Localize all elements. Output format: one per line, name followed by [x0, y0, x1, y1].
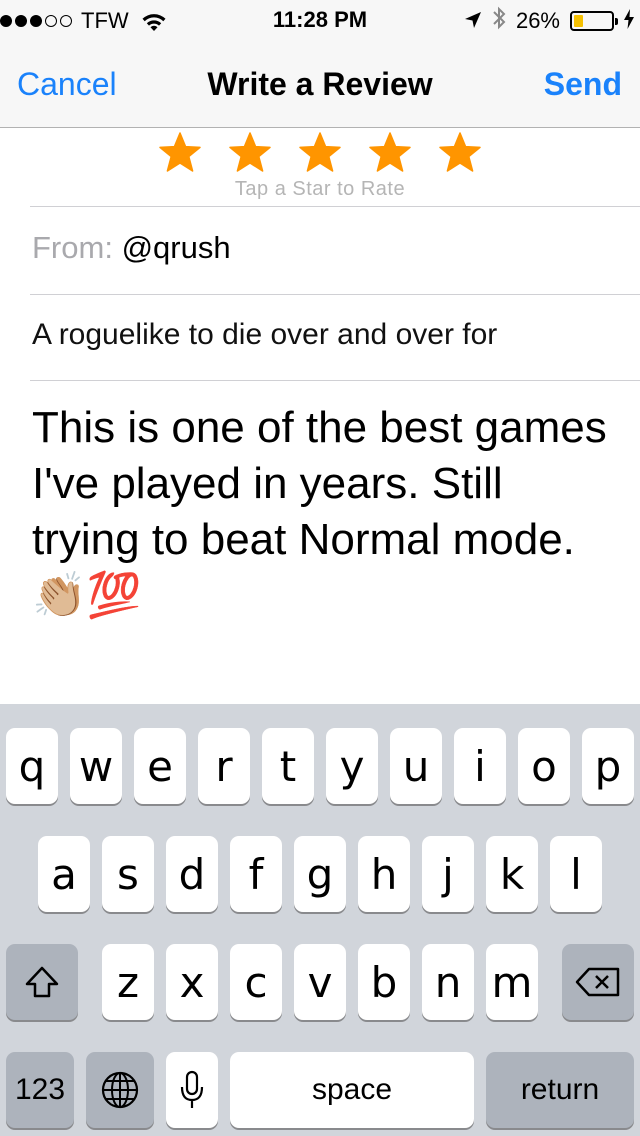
key-p[interactable]: p	[582, 728, 634, 804]
from-row: From: @qrush	[32, 230, 231, 266]
battery-level	[574, 15, 584, 27]
numbers-key[interactable]: 123	[6, 1052, 74, 1128]
key-o[interactable]: o	[518, 728, 570, 804]
nav-bar: Cancel Write a Review Send	[0, 40, 640, 128]
key-h[interactable]: h	[358, 836, 410, 912]
star-2-button[interactable]	[228, 131, 272, 175]
backspace-icon	[575, 967, 621, 997]
key-z[interactable]: z	[102, 944, 154, 1020]
battery-percent: 26%	[515, 8, 560, 33]
key-t[interactable]: t	[262, 728, 314, 804]
key-j[interactable]: j	[422, 836, 474, 912]
key-g[interactable]: g	[294, 836, 346, 912]
key-r[interactable]: r	[198, 728, 250, 804]
shift-icon	[24, 965, 60, 999]
star-rating	[0, 128, 640, 178]
review-title-field[interactable]: A roguelike to die over and over for	[32, 318, 497, 352]
send-button[interactable]: Send	[544, 66, 622, 103]
star-1-button[interactable]	[158, 131, 202, 175]
return-key[interactable]: return	[486, 1052, 634, 1128]
key-a[interactable]: a	[38, 836, 90, 912]
key-m[interactable]: m	[486, 944, 538, 1020]
divider	[30, 380, 640, 381]
keyboard: 123 space return qwertyuiop asdfghjkl zxcv…	[0, 704, 640, 1136]
space-key[interactable]: space	[230, 1052, 474, 1128]
star-3-button[interactable]	[298, 131, 342, 175]
key-i[interactable]: i	[454, 728, 506, 804]
star-5-button[interactable]	[438, 131, 482, 175]
bluetooth-icon	[492, 6, 506, 36]
key-y[interactable]: y	[326, 728, 378, 804]
battery-icon	[570, 11, 618, 31]
key-v[interactable]: v	[294, 944, 346, 1020]
globe-icon	[100, 1070, 140, 1110]
from-value: @qrush	[121, 230, 231, 265]
key-c[interactable]: c	[230, 944, 282, 1020]
key-d[interactable]: d	[166, 836, 218, 912]
cancel-button[interactable]: Cancel	[17, 66, 117, 103]
globe-key[interactable]	[86, 1052, 154, 1128]
star-4-button[interactable]	[368, 131, 412, 175]
shift-key[interactable]	[6, 944, 78, 1020]
key-e[interactable]: e	[134, 728, 186, 804]
key-w[interactable]: w	[70, 728, 122, 804]
key-l[interactable]: l	[550, 836, 602, 912]
key-f[interactable]: f	[230, 836, 282, 912]
divider	[30, 294, 640, 295]
divider	[30, 206, 640, 207]
key-k[interactable]: k	[486, 836, 538, 912]
key-s[interactable]: s	[102, 836, 154, 912]
dictation-key[interactable]	[166, 1052, 218, 1128]
key-b[interactable]: b	[358, 944, 410, 1020]
status-right: 26%	[464, 6, 634, 36]
charging-bolt-icon	[624, 8, 634, 35]
from-label: From:	[32, 230, 113, 265]
key-q[interactable]: q	[6, 728, 58, 804]
backspace-key[interactable]	[562, 944, 634, 1020]
key-u[interactable]: u	[390, 728, 442, 804]
status-bar: TFW 11:28 PM 26%	[0, 0, 640, 40]
microphone-icon	[179, 1070, 205, 1110]
rating-hint: Tap a Star to Rate	[234, 178, 406, 200]
key-n[interactable]: n	[422, 944, 474, 1020]
review-body-field[interactable]: This is one of the best games I've playe…	[32, 400, 612, 624]
key-x[interactable]: x	[166, 944, 218, 1020]
location-arrow-icon	[464, 8, 482, 35]
